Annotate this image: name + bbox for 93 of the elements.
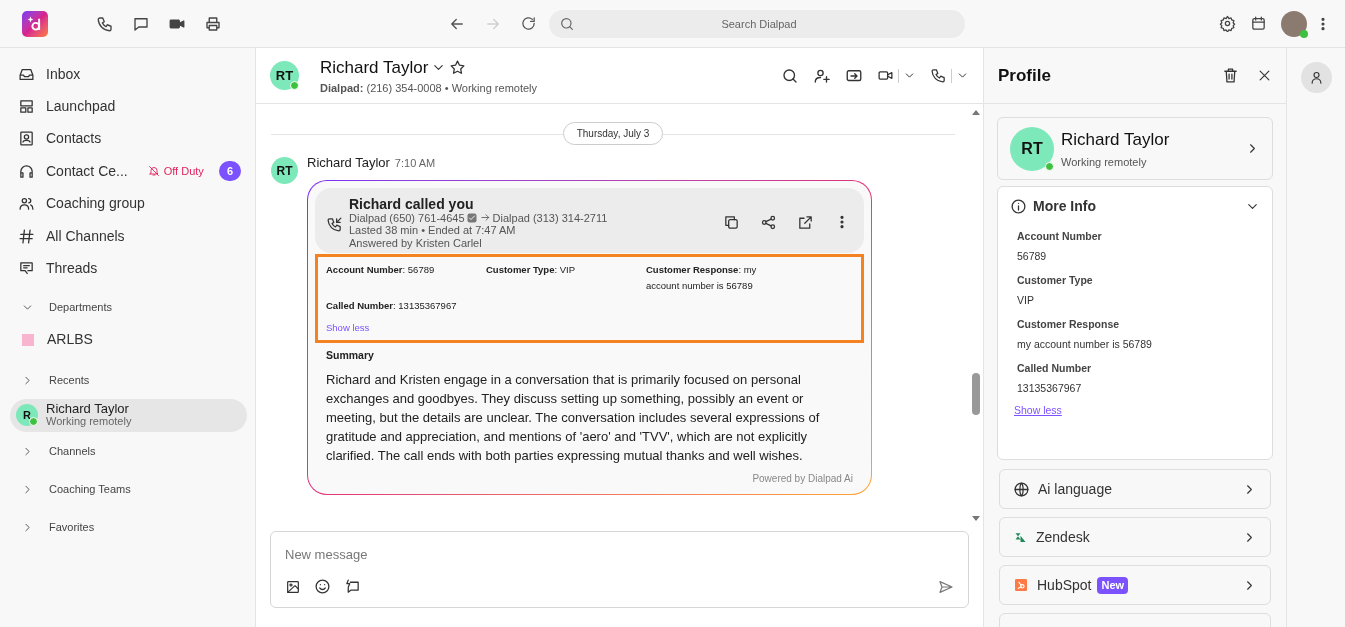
section-header[interactable]: Favorites (18, 509, 247, 546)
avatar: RT (270, 61, 299, 90)
contact-name: Richard Taylor (320, 56, 429, 79)
field-value: VIP (1017, 293, 1035, 308)
search-icon[interactable] (781, 66, 799, 85)
phone-icon[interactable] (930, 67, 947, 84)
call-duration: Lasted 38 min • Ended at 7:47 AM (349, 224, 517, 237)
contact-status: Working remotely (1061, 155, 1148, 170)
globe-icon (1013, 480, 1030, 498)
called-number: Dialpad (313) 314-2711 (492, 211, 608, 224)
field-value: Called Number: 13135367967 (326, 299, 458, 313)
info-icon (1010, 198, 1027, 215)
field-value: 13135367967 (1017, 381, 1083, 396)
field-label: Account Number (1017, 229, 1103, 244)
reload-icon[interactable] (520, 15, 537, 32)
sidebar-item[interactable]: Contact Ce... Off Duty 6 (18, 155, 247, 188)
field-label: Customer Type (1017, 273, 1094, 288)
integration-card[interactable]: HubSpot New (999, 565, 1271, 605)
message-composer[interactable]: New message (270, 531, 969, 608)
sidebar-item[interactable]: ARLBS (18, 324, 247, 355)
call-title: Richard called you (349, 195, 475, 212)
image-icon[interactable] (285, 578, 301, 595)
search-field[interactable]: Search Dialpad (549, 9, 965, 38)
sidebar-item[interactable]: Coaching group (18, 187, 247, 220)
message-input[interactable]: New message (285, 545, 954, 565)
checkmark-icon (465, 211, 478, 224)
summary-text: Richard and Kristen engage in a conversation that is primarily focused on personal exchanges and goodbyes. They discuss setting up something, possibly an event or meeting, but the details are unclear. The conversation includes several expressions of gratitude and appreciation, and mentions of 'aero' and 'TVV', which are not explicitly clarified. The call ends with both parties expressing mutual thanks and well wishes. (326, 370, 821, 465)
field-value: Customer Response: my account number is 56789 (646, 263, 758, 293)
contact-name: Richard Taylor (1061, 128, 1170, 151)
people-icon (18, 195, 35, 213)
panel-title: Profile (998, 64, 1051, 87)
profile-toggle-button[interactable] (1300, 62, 1332, 93)
contact-name: Richard Taylor (46, 402, 130, 416)
app-logo[interactable] (22, 10, 48, 37)
close-icon[interactable] (1257, 68, 1272, 83)
sidebar-item[interactable]: All Channels (18, 219, 247, 253)
quick-reply-icon[interactable] (344, 578, 361, 595)
contact-card-icon (18, 130, 35, 148)
share-icon[interactable] (760, 213, 777, 231)
headset-icon (18, 162, 35, 180)
recent-contact[interactable]: R Richard Taylor Working remotely (10, 398, 247, 432)
avatar: RT (1010, 126, 1054, 171)
phone-icon[interactable] (96, 14, 114, 33)
search-icon (559, 15, 575, 32)
user-avatar[interactable] (1281, 10, 1307, 37)
section-header[interactable]: Coaching Teams (18, 471, 247, 508)
section-header[interactable]: Departments (18, 290, 247, 325)
send-icon[interactable] (938, 578, 954, 595)
sidebar-item[interactable]: Contacts (18, 122, 247, 156)
status-label: Off Duty (163, 164, 204, 180)
show-less-link[interactable]: Show less (326, 321, 370, 336)
trash-icon[interactable] (1222, 67, 1239, 84)
star-icon[interactable] (449, 58, 467, 76)
field-label: Called Number (1017, 361, 1093, 376)
contact-phone: Dialpad: (216) 354-0008 • Working remotely (320, 81, 538, 96)
muted-bell-icon (147, 165, 160, 178)
emoji-icon[interactable] (314, 578, 331, 595)
field-label: Customer Response (1017, 317, 1121, 332)
new-badge: New (1097, 576, 1129, 594)
field-value: 56789 (1017, 249, 1048, 264)
sidebar-item[interactable]: Threads (18, 252, 247, 285)
unread-count: 6 (219, 161, 241, 182)
profile-card[interactable]: RT Richard Taylor Working remotely (997, 117, 1273, 180)
contact-status: Working remotely (46, 415, 132, 429)
incoming-call-icon (326, 215, 343, 233)
calendar-icon[interactable] (1250, 15, 1267, 32)
sidebar-item[interactable]: Launchpad (18, 90, 247, 123)
printer-icon[interactable] (204, 14, 222, 33)
layout-icon (18, 98, 35, 116)
settings-icon[interactable] (1219, 15, 1236, 32)
field-value: my account number is 56789 (1017, 337, 1153, 352)
integration-card[interactable]: Ai language (999, 469, 1271, 509)
avatar: RT (271, 157, 298, 184)
section-header[interactable]: Channels (18, 433, 247, 470)
field-value: Account Number: 56789 (326, 263, 436, 277)
powered-by-label: Powered by Dialpad Ai (752, 471, 853, 486)
caller-number: Dialpad (650) 761-4645 (349, 211, 465, 224)
section-header[interactable]: Recents (18, 362, 247, 399)
author-name: Richard Taylor (307, 154, 390, 172)
copy-icon[interactable] (723, 213, 740, 231)
arrow-right-icon (479, 212, 491, 224)
hash-icon (18, 227, 35, 245)
summary-title: Summary (326, 348, 375, 363)
avatar: R (16, 404, 38, 427)
hub-logo-icon (1013, 577, 1029, 593)
answered-by: Answered by Kristen Carlel (349, 236, 483, 249)
field-value: Customer Type: VIP (486, 263, 577, 277)
external-link-icon[interactable] (797, 213, 814, 231)
message-time: 7:10 AM (394, 156, 436, 171)
more-info-header[interactable]: More Info (1010, 196, 1260, 217)
show-less-link[interactable]: Show less (1014, 403, 1062, 419)
integration-card[interactable]: Zendesk (999, 517, 1271, 557)
sidebar-item[interactable]: Inbox (18, 58, 247, 91)
